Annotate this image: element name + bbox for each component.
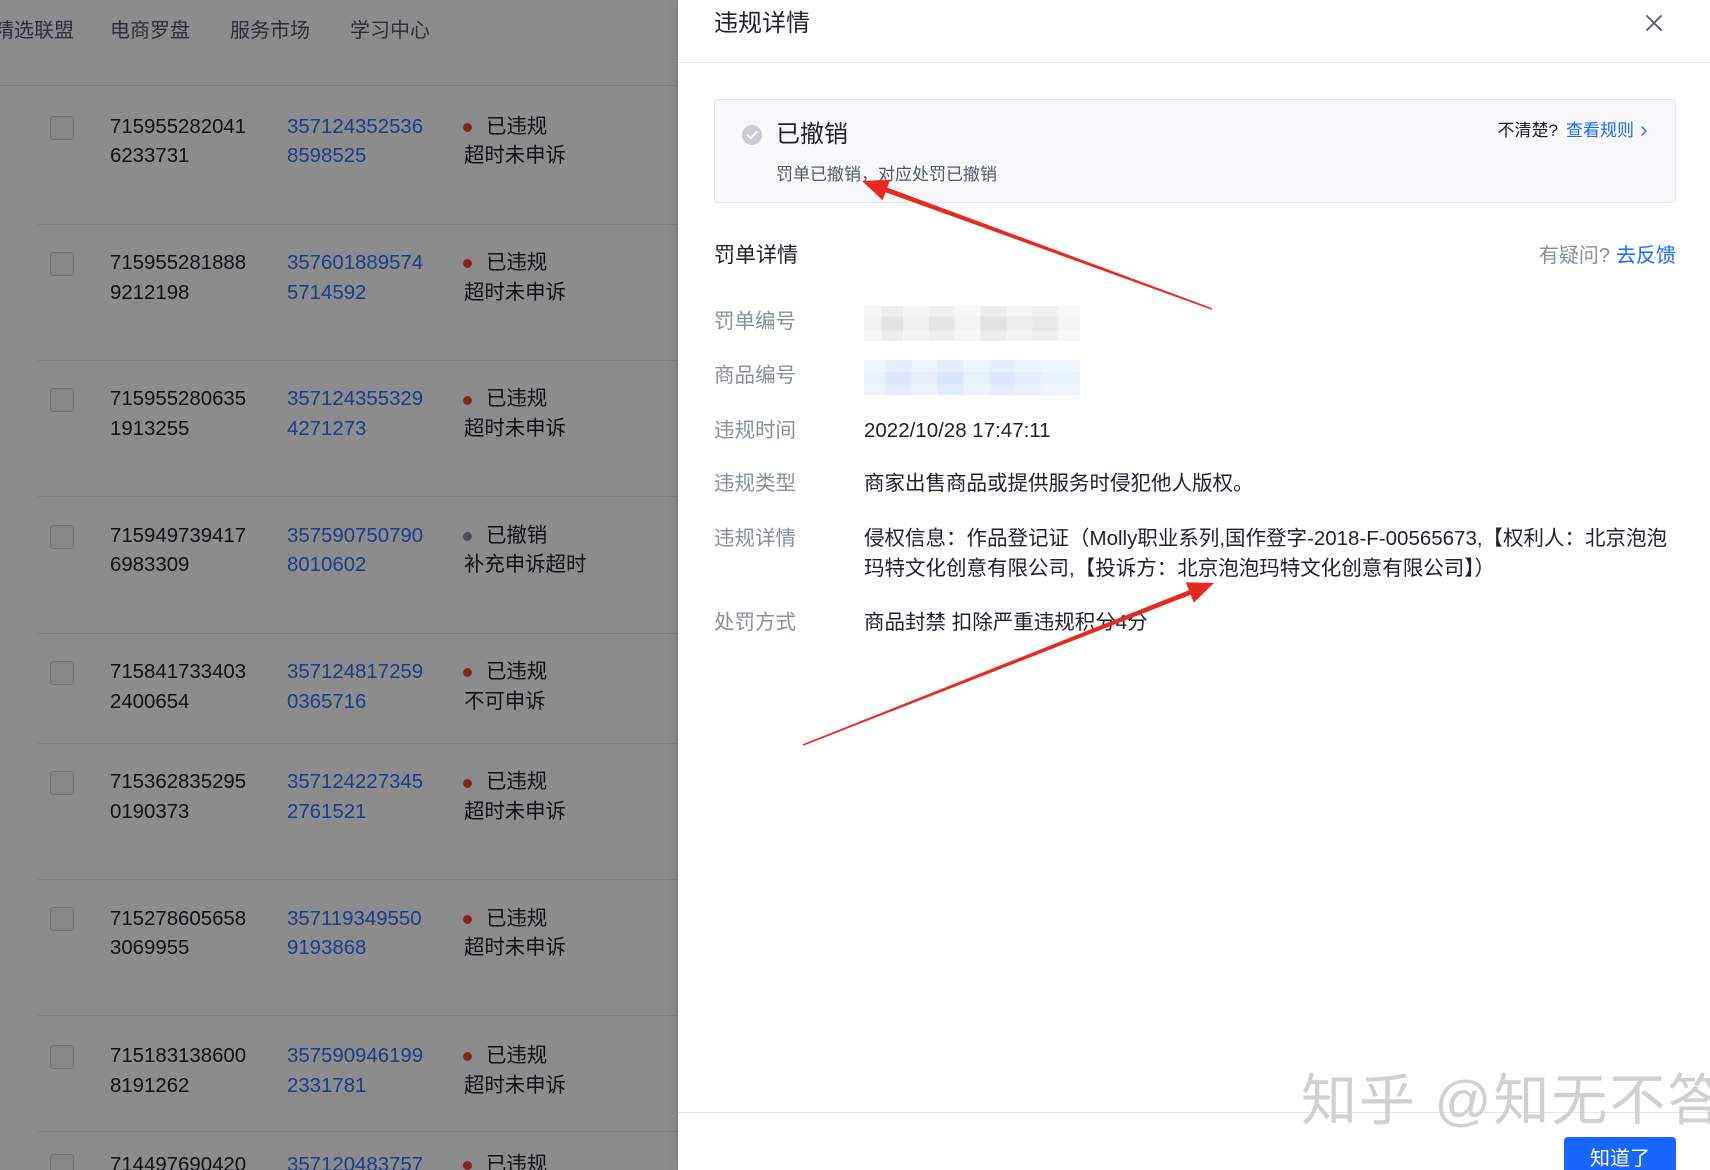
header-divider <box>678 62 1710 63</box>
violation-detail-drawer: 违规详情 已撤销 罚单已撤销，对应处罚已撤销 不清楚? 查看规则 罚单详情 有疑… <box>678 0 1710 1170</box>
chevron-right-icon[interactable] <box>1640 125 1648 137</box>
question-text: 有疑问? <box>1538 245 1610 267</box>
obscured-product-number <box>864 360 1080 395</box>
detail-label-penalty: 处罚方式 <box>714 611 796 635</box>
view-rules-link[interactable]: 查看规则 <box>1566 119 1634 143</box>
section-title: 罚单详情 <box>714 244 798 267</box>
detail-label-ticket-number: 罚单编号 <box>714 310 796 334</box>
detail-label-violation-type: 违规类型 <box>714 472 796 496</box>
drawer-title: 违规详情 <box>714 10 810 37</box>
detail-value-violation-time: 2022/10/28 17:47:11 <box>864 419 1051 443</box>
detail-value-violation-detail: 侵权信息：作品登记证（Molly职业系列,国作登字-2018-F-0056567… <box>864 527 1668 580</box>
feedback-link[interactable]: 去反馈 <box>1616 241 1676 271</box>
detail-label-product-number: 商品编号 <box>714 364 796 388</box>
modal-mask[interactable] <box>0 0 678 1170</box>
feedback-area: 有疑问? 去反馈 <box>1539 241 1676 271</box>
detail-value-violation-type: 商家出售商品或提供服务时侵犯他人版权。 <box>864 472 1254 496</box>
detail-label-violation-detail: 违规详情 <box>714 527 796 551</box>
status-title: 已撤销 <box>776 121 848 148</box>
rule-hint: 不清楚? 查看规则 <box>1498 119 1648 143</box>
detail-label-violation-time: 违规时间 <box>714 419 796 443</box>
obscured-ticket-number <box>864 306 1080 341</box>
check-circle-icon <box>742 125 762 145</box>
close-icon[interactable] <box>1644 13 1664 33</box>
confirm-button[interactable]: 知道了 <box>1564 1137 1676 1170</box>
rule-hint-text: 不清楚? <box>1497 121 1558 140</box>
detail-value-penalty: 商品封禁 扣除严重违规积分4分 <box>864 611 1148 635</box>
status-card: 已撤销 罚单已撤销，对应处罚已撤销 不清楚? 查看规则 <box>714 99 1676 203</box>
status-description: 罚单已撤销，对应处罚已撤销 <box>776 165 997 184</box>
watermark: 知乎 @知无不答 <box>1301 1069 1710 1132</box>
